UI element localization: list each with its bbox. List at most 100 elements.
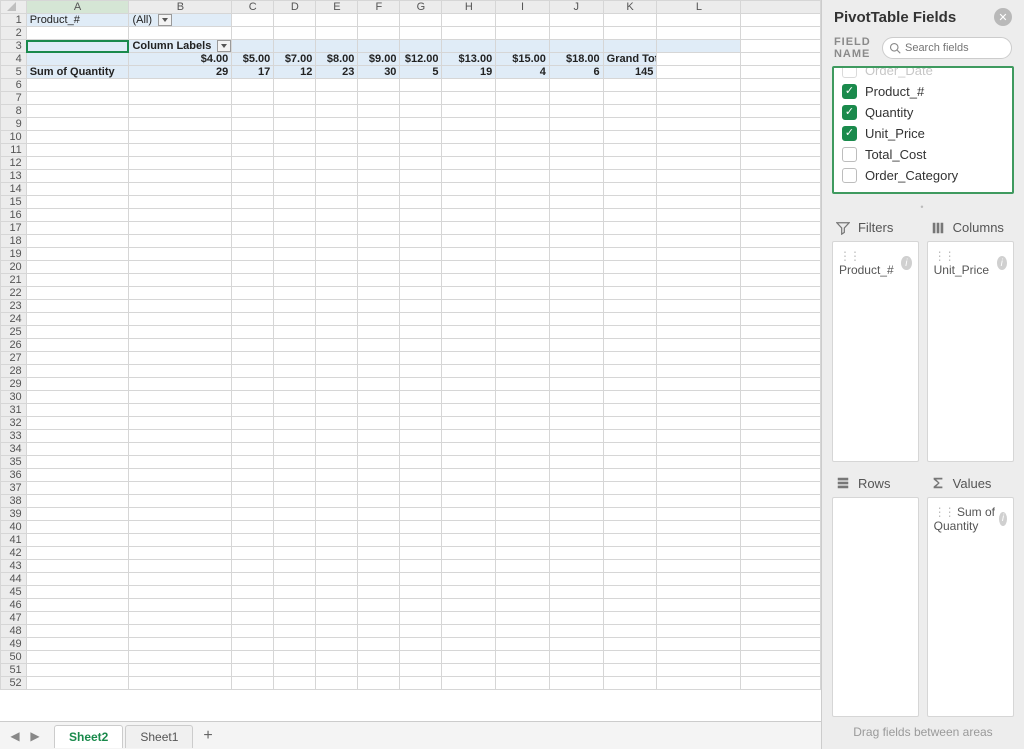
- cell[interactable]: [657, 274, 741, 287]
- cell[interactable]: [316, 40, 358, 53]
- cell[interactable]: [400, 586, 442, 599]
- cell[interactable]: [129, 651, 232, 664]
- tab-nav-next[interactable]: ▶: [26, 727, 44, 745]
- cell[interactable]: [741, 586, 820, 599]
- cell[interactable]: [741, 404, 820, 417]
- cell[interactable]: [442, 495, 496, 508]
- cell[interactable]: [316, 144, 358, 157]
- cell[interactable]: [274, 430, 316, 443]
- column-labels-dropdown[interactable]: [217, 40, 231, 52]
- cell[interactable]: [603, 664, 657, 677]
- cell[interactable]: [603, 274, 657, 287]
- cell[interactable]: [400, 105, 442, 118]
- cell[interactable]: [232, 274, 274, 287]
- cell[interactable]: [657, 651, 741, 664]
- cell[interactable]: [741, 300, 820, 313]
- cell[interactable]: [26, 404, 129, 417]
- cell[interactable]: [358, 404, 400, 417]
- cell[interactable]: [442, 14, 496, 27]
- cell[interactable]: [232, 664, 274, 677]
- cell[interactable]: [603, 105, 657, 118]
- cell[interactable]: [603, 365, 657, 378]
- cell[interactable]: [316, 534, 358, 547]
- cell[interactable]: [549, 534, 603, 547]
- cell[interactable]: [603, 443, 657, 456]
- cell[interactable]: [400, 430, 442, 443]
- info-icon[interactable]: i: [997, 256, 1007, 270]
- cell[interactable]: [603, 625, 657, 638]
- cell[interactable]: [358, 14, 400, 27]
- cell[interactable]: [657, 196, 741, 209]
- sheet-tab[interactable]: Sheet1: [125, 725, 193, 748]
- sheet-tab[interactable]: Sheet2: [54, 725, 123, 748]
- cell[interactable]: [442, 222, 496, 235]
- cell[interactable]: [129, 417, 232, 430]
- cell[interactable]: [496, 651, 550, 664]
- cell[interactable]: [442, 482, 496, 495]
- cell[interactable]: [442, 612, 496, 625]
- cell[interactable]: [26, 27, 129, 40]
- cell[interactable]: [274, 404, 316, 417]
- cell[interactable]: [496, 196, 550, 209]
- cell[interactable]: [129, 664, 232, 677]
- cell[interactable]: [549, 625, 603, 638]
- cell[interactable]: [442, 118, 496, 131]
- cell[interactable]: [603, 339, 657, 352]
- cell[interactable]: [358, 27, 400, 40]
- cell[interactable]: [274, 625, 316, 638]
- cell[interactable]: [496, 612, 550, 625]
- cell[interactable]: [232, 638, 274, 651]
- cell[interactable]: [442, 157, 496, 170]
- cell[interactable]: [26, 443, 129, 456]
- cell[interactable]: [496, 261, 550, 274]
- cell[interactable]: [496, 92, 550, 105]
- cell[interactable]: [316, 482, 358, 495]
- cell[interactable]: [358, 274, 400, 287]
- cell[interactable]: [549, 339, 603, 352]
- cell[interactable]: [400, 183, 442, 196]
- cell[interactable]: [549, 157, 603, 170]
- row-header[interactable]: 4: [1, 53, 27, 66]
- cell[interactable]: [358, 651, 400, 664]
- cell[interactable]: [442, 105, 496, 118]
- cell[interactable]: 12: [274, 66, 316, 79]
- cell[interactable]: [129, 599, 232, 612]
- cell[interactable]: [442, 261, 496, 274]
- cell[interactable]: [232, 183, 274, 196]
- cell[interactable]: [316, 235, 358, 248]
- cell[interactable]: [657, 534, 741, 547]
- cell[interactable]: [358, 625, 400, 638]
- cell[interactable]: 17: [232, 66, 274, 79]
- cell[interactable]: [549, 183, 603, 196]
- cell[interactable]: [549, 521, 603, 534]
- cell[interactable]: [316, 248, 358, 261]
- cell[interactable]: [316, 586, 358, 599]
- cell[interactable]: [496, 248, 550, 261]
- cell[interactable]: [496, 677, 550, 690]
- close-panel-button[interactable]: ✕: [994, 8, 1012, 26]
- resize-handle[interactable]: •: [822, 200, 1024, 212]
- cell[interactable]: [549, 599, 603, 612]
- cell[interactable]: [400, 612, 442, 625]
- cell[interactable]: [741, 677, 820, 690]
- cell[interactable]: [549, 443, 603, 456]
- cell[interactable]: [657, 326, 741, 339]
- cell[interactable]: 29: [129, 66, 232, 79]
- column-header[interactable]: D: [274, 1, 316, 14]
- cell[interactable]: [603, 521, 657, 534]
- cell[interactable]: [603, 326, 657, 339]
- cell[interactable]: [26, 495, 129, 508]
- cell[interactable]: [358, 105, 400, 118]
- cell[interactable]: [274, 14, 316, 27]
- cell[interactable]: [442, 79, 496, 92]
- cell[interactable]: [741, 27, 820, 40]
- cell[interactable]: [400, 560, 442, 573]
- cell[interactable]: [316, 573, 358, 586]
- cell[interactable]: [26, 482, 129, 495]
- zone-filters[interactable]: Filters ⋮⋮ Product_#i: [832, 214, 919, 462]
- cell[interactable]: [442, 170, 496, 183]
- cell[interactable]: [400, 534, 442, 547]
- cell[interactable]: [26, 157, 129, 170]
- cell[interactable]: [657, 40, 741, 53]
- cell[interactable]: [603, 222, 657, 235]
